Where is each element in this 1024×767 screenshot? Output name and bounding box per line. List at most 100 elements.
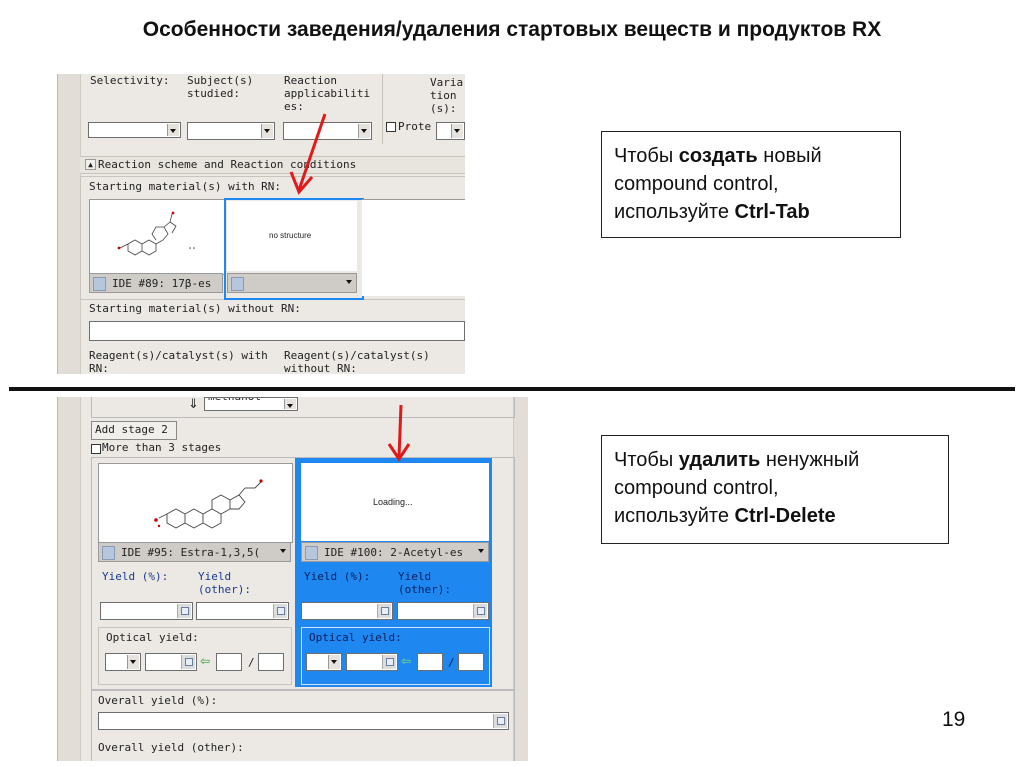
more-stages-checkbox[interactable] bbox=[91, 444, 101, 454]
chevron-down-icon[interactable] bbox=[261, 124, 273, 138]
molecule-structure-icon bbox=[154, 479, 263, 529]
prot-label: Prote bbox=[398, 120, 432, 133]
stage-frame-top bbox=[91, 397, 515, 418]
slash-1: / bbox=[248, 656, 255, 669]
collapse-icon[interactable]: ▲ bbox=[85, 159, 96, 170]
starting-rn-label: Starting material(s) with RN: bbox=[89, 180, 282, 193]
overall-yield-pct-label: Overall yield (%): bbox=[98, 694, 218, 707]
molecule-structure-icon bbox=[117, 211, 195, 256]
chevron-down-icon[interactable] bbox=[127, 655, 139, 669]
compound-icon bbox=[93, 277, 106, 291]
subjects-select[interactable] bbox=[187, 122, 275, 140]
variation-label-1: Varia bbox=[430, 76, 464, 89]
optical-yield-select-2[interactable] bbox=[306, 653, 342, 671]
product-bar-2[interactable]: IDE #100: 2-Acetyl-es bbox=[301, 542, 489, 562]
variation-divider bbox=[382, 74, 383, 144]
yield-other-label-1b: (other): bbox=[198, 583, 251, 596]
product-structure-2[interactable]: Loading... bbox=[301, 463, 489, 541]
product-structure-1[interactable] bbox=[98, 463, 293, 543]
overall-yield-other-label: Overall yield (other): bbox=[98, 741, 244, 754]
compound-icon bbox=[102, 546, 115, 560]
methanol-value: methanol bbox=[208, 398, 261, 403]
chevron-down-icon[interactable] bbox=[476, 544, 487, 560]
yield-other-label-2a: Yield bbox=[398, 570, 432, 583]
separator-line bbox=[9, 387, 1015, 391]
yield-pct-input-2[interactable] bbox=[301, 602, 393, 620]
chevron-down-icon[interactable] bbox=[278, 544, 289, 560]
starting-without-rn-label: Starting material(s) without RN: bbox=[89, 302, 301, 315]
starting-without-rn-input[interactable] bbox=[89, 321, 465, 341]
note-create-line-2: compound control, bbox=[614, 173, 779, 195]
panel-right-strip bbox=[513, 397, 528, 761]
compound-bar-2[interactable] bbox=[227, 273, 357, 293]
yield-other-label-1a: Yield bbox=[198, 570, 232, 583]
optical-b-input-2[interactable] bbox=[458, 653, 484, 671]
note-delete: Чтобы удалить ненужный compound control,… bbox=[601, 435, 949, 544]
browse-icon[interactable] bbox=[473, 604, 487, 618]
slash-2: / bbox=[448, 656, 455, 669]
page-number: 19 bbox=[942, 708, 966, 731]
optical-yield-input-1[interactable] bbox=[145, 653, 197, 671]
methanol-select[interactable]: methanol bbox=[204, 397, 298, 411]
yield-pct-input-1[interactable] bbox=[100, 602, 193, 620]
optical-a-input-1[interactable] bbox=[216, 653, 242, 671]
browse-icon[interactable] bbox=[493, 714, 507, 728]
browse-icon[interactable] bbox=[177, 604, 191, 618]
chevron-down-icon[interactable] bbox=[284, 399, 296, 409]
compound-icon bbox=[231, 277, 244, 291]
variation-label-3: (s): bbox=[430, 102, 457, 115]
panel-left-strip bbox=[58, 397, 81, 761]
green-arrow-icon[interactable]: ⇦ bbox=[200, 654, 210, 668]
reagent-rn-label-1: Reagent(s)/catalyst(s) with bbox=[89, 349, 268, 362]
browse-icon[interactable] bbox=[273, 604, 287, 618]
chevron-down-icon[interactable] bbox=[344, 275, 355, 291]
chevron-down-icon[interactable] bbox=[167, 124, 179, 136]
yield-pct-label-2: Yield (%): bbox=[304, 570, 371, 583]
note-create-line-1: Чтобы создать новый bbox=[614, 145, 822, 167]
red-arrow-top bbox=[289, 113, 327, 195]
optical-a-input-2[interactable] bbox=[417, 653, 443, 671]
selectivity-select[interactable] bbox=[88, 122, 181, 138]
selectivity-label: Selectivity: bbox=[90, 74, 170, 87]
bottom-form-panel: ⇓ methanol Add stage 2 More than 3 stage… bbox=[57, 397, 528, 761]
overall-yield-pct-input[interactable] bbox=[98, 712, 509, 730]
no-structure-text: no structure bbox=[269, 231, 312, 240]
optical-yield-label-1: Optical yield: bbox=[106, 631, 199, 644]
add-stage-button[interactable]: Add stage 2 bbox=[91, 421, 177, 440]
yield-other-input-1[interactable] bbox=[196, 602, 289, 620]
red-arrow-bottom bbox=[387, 404, 411, 462]
chevron-down-icon[interactable] bbox=[358, 124, 370, 138]
yield-other-input-2[interactable] bbox=[397, 602, 489, 620]
chevron-down-icon[interactable] bbox=[451, 124, 463, 138]
optical-b-input-1[interactable] bbox=[258, 653, 284, 671]
reaction-app-label-1: Reaction bbox=[284, 74, 337, 87]
browse-icon[interactable] bbox=[382, 655, 396, 669]
reaction-app-label-2: applicabiliti bbox=[284, 87, 371, 100]
chevron-down-icon[interactable] bbox=[328, 655, 340, 669]
subjects-label-2: studied: bbox=[187, 87, 240, 100]
variation-select[interactable] bbox=[436, 122, 465, 140]
slide-title: Особенности заведения/удаления стартовых… bbox=[142, 18, 882, 41]
browse-icon[interactable] bbox=[377, 604, 391, 618]
browse-icon[interactable] bbox=[181, 655, 195, 669]
optical-yield-select-1[interactable] bbox=[105, 653, 141, 671]
prot-checkbox[interactable] bbox=[386, 122, 396, 132]
note-create: Чтобы создать новый compound control, ис… bbox=[601, 131, 901, 238]
more-stages-label: More than 3 stages bbox=[102, 441, 222, 454]
compound-structure-1[interactable] bbox=[89, 199, 225, 275]
down-arrow-icon: ⇓ bbox=[188, 397, 199, 412]
reagent-rn-label-2: RN: bbox=[89, 362, 109, 374]
compound-structure-2[interactable]: no structure bbox=[227, 201, 357, 271]
optical-yield-input-2[interactable] bbox=[346, 653, 398, 671]
compound-bar-1[interactable]: IDE #89: 17β-es bbox=[89, 273, 223, 293]
subjects-label-1: Subject(s) bbox=[187, 74, 254, 87]
note-delete-line-1: Чтобы удалить ненужный bbox=[614, 449, 860, 471]
green-arrow-icon[interactable]: ⇦ bbox=[401, 654, 411, 668]
product-bar-1[interactable]: IDE #95: Estra-1,3,5( bbox=[98, 542, 291, 562]
add-stage-label: Add stage 2 bbox=[95, 423, 168, 436]
compound-slot-3[interactable] bbox=[362, 199, 465, 296]
reagent-no-rn-label-1: Reagent(s)/catalyst(s) bbox=[284, 349, 430, 362]
optical-yield-label-2: Optical yield: bbox=[309, 631, 402, 644]
variation-label-2: tion bbox=[430, 89, 457, 102]
reagent-no-rn-label-2: without RN: bbox=[284, 362, 357, 374]
